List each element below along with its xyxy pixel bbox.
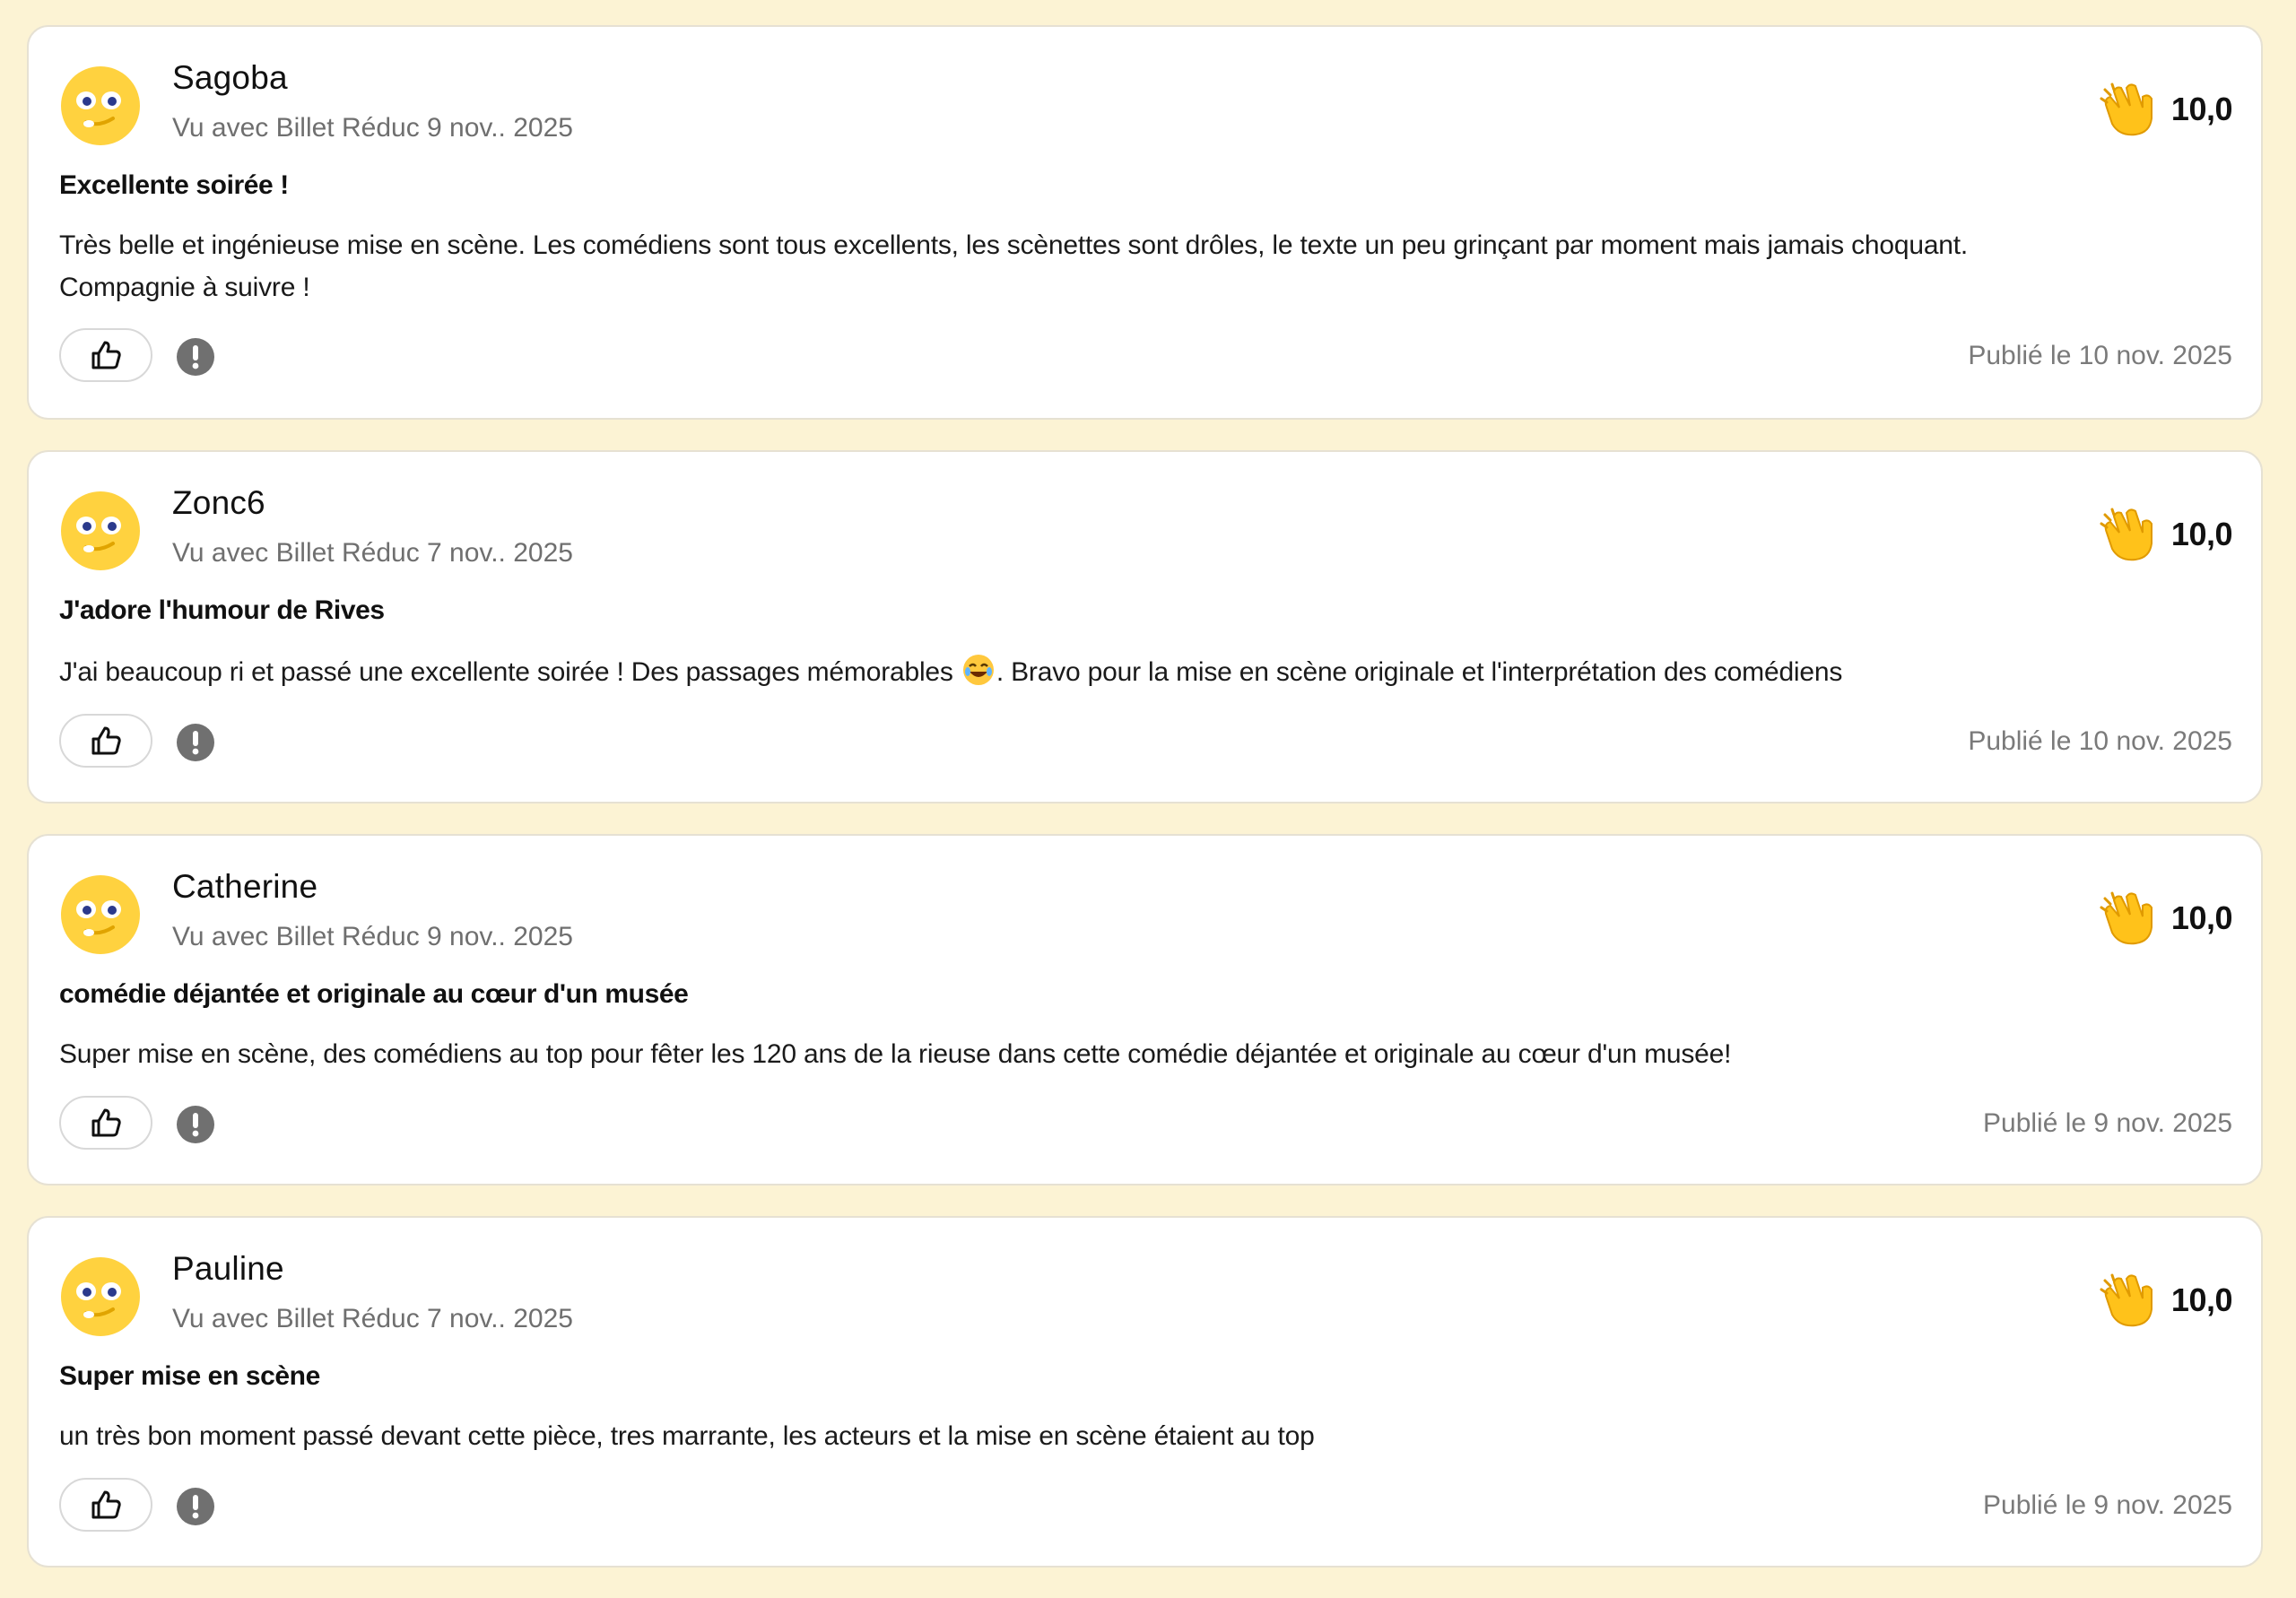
review-rating: 10,0 — [2098, 81, 2233, 138]
report-button[interactable] — [176, 723, 215, 762]
winking-face-avatar-icon — [59, 65, 142, 147]
review-author: Sagoba — [172, 59, 288, 96]
review-body-text: J'ai beaucoup ri et passé une excellente… — [59, 657, 961, 687]
thumbs-up-icon — [88, 723, 124, 759]
clapping-hands-icon — [2098, 506, 2159, 563]
report-button[interactable] — [176, 1105, 215, 1144]
like-button[interactable] — [59, 1478, 152, 1532]
thumbs-up-icon — [88, 1487, 124, 1523]
review-body-line: Compagnie à suivre ! — [59, 273, 310, 302]
published-date: Publié le 10 nov. 2025 — [1968, 341, 2232, 370]
review-score: 10,0 — [2170, 516, 2233, 552]
review-body-line: Très belle et ingénieuse mise en scène. … — [59, 230, 1969, 260]
review-meta: Vu avec Billet Réduc 9 nov.. 2025 — [172, 113, 573, 143]
review-body: un très bon moment passé devant cette pi… — [59, 1421, 1315, 1451]
thumbs-up-icon — [88, 1105, 124, 1141]
review-rating: 10,0 — [2098, 506, 2233, 563]
review-score: 10,0 — [2170, 91, 2233, 127]
clapping-hands-icon — [2098, 890, 2159, 947]
review-body-text: . Bravo pour la mise en scène originale … — [996, 657, 1843, 687]
review-score: 10,0 — [2170, 899, 2233, 936]
report-button[interactable] — [176, 337, 215, 377]
review-meta: Vu avec Billet Réduc 9 nov.. 2025 — [172, 922, 573, 951]
review-author: Pauline — [172, 1250, 284, 1287]
review-body: Super mise en scène, des comédiens au to… — [59, 1039, 1732, 1069]
winking-face-avatar-icon — [59, 490, 142, 572]
published-date: Publié le 10 nov. 2025 — [1968, 726, 2232, 756]
published-date: Publié le 9 nov. 2025 — [1983, 1490, 2232, 1520]
review-body: J'ai beaucoup ri et passé une excellente… — [59, 651, 2216, 693]
review-card: Catherine Vu avec Billet Réduc 9 nov.. 2… — [27, 834, 2263, 1185]
review-score: 10,0 — [2170, 1281, 2233, 1318]
like-button[interactable] — [59, 1096, 152, 1150]
review-card: Pauline Vu avec Billet Réduc 7 nov.. 202… — [27, 1216, 2263, 1568]
review-title: Super mise en scène — [59, 1361, 320, 1391]
review-card: Sagoba Vu avec Billet Réduc 9 nov.. 2025… — [27, 25, 2263, 420]
like-button[interactable] — [59, 714, 152, 768]
laughing-face-icon — [962, 654, 995, 686]
review-title: comédie déjantée et originale au cœur d'… — [59, 979, 689, 1009]
winking-face-avatar-icon — [59, 873, 142, 956]
review-rating: 10,0 — [2098, 890, 2233, 947]
review-author: Catherine — [172, 868, 318, 905]
review-rating: 10,0 — [2098, 1272, 2233, 1329]
report-button[interactable] — [176, 1487, 215, 1526]
review-card: Zonc6 Vu avec Billet Réduc 7 nov.. 2025 … — [27, 450, 2263, 803]
reviews-list: Sagoba Vu avec Billet Réduc 9 nov.. 2025… — [27, 25, 2263, 1598]
review-meta: Vu avec Billet Réduc 7 nov.. 2025 — [172, 1304, 573, 1333]
review-author: Zonc6 — [172, 484, 265, 521]
published-date: Publié le 9 nov. 2025 — [1983, 1108, 2232, 1138]
clapping-hands-icon — [2098, 81, 2159, 138]
winking-face-avatar-icon — [59, 1255, 142, 1338]
thumbs-up-icon — [88, 337, 124, 373]
clapping-hands-icon — [2098, 1272, 2159, 1329]
review-meta: Vu avec Billet Réduc 7 nov.. 2025 — [172, 538, 573, 568]
like-button[interactable] — [59, 328, 152, 382]
review-title: J'adore l'humour de Rives — [59, 595, 385, 625]
review-title: Excellente soirée ! — [59, 170, 289, 200]
review-body: Très belle et ingénieuse mise en scène. … — [59, 224, 2216, 308]
